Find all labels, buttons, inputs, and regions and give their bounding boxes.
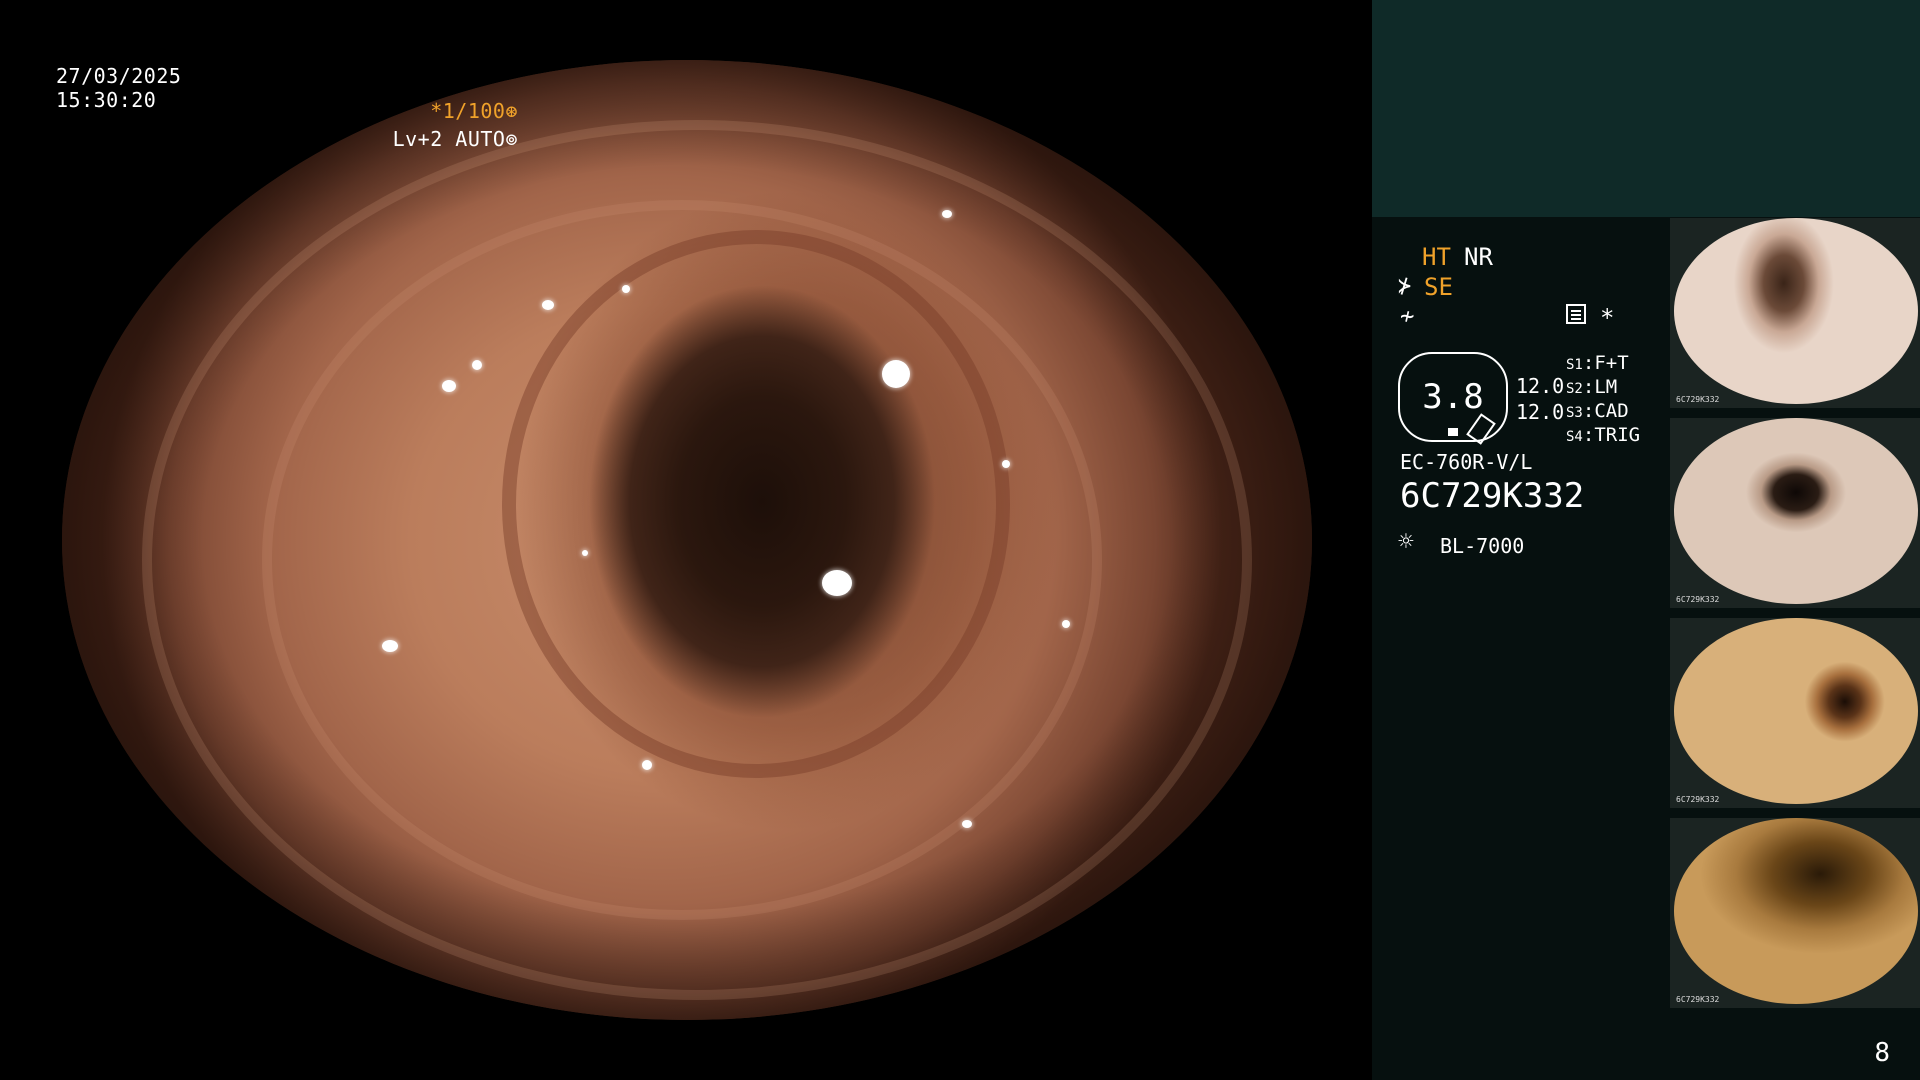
specular-highlight — [962, 820, 972, 828]
thumbnail-caption: 6C729K332 — [1676, 795, 1720, 804]
thumbnail-caption: 6C729K332 — [1676, 595, 1720, 604]
switch-s3: S3:CAD — [1566, 400, 1629, 422]
switch-label: F+T — [1594, 352, 1629, 374]
page-number: 8 — [1874, 1038, 1890, 1068]
magnification-gauge: 3.8 — [1398, 352, 1508, 445]
switch-key: S1 — [1566, 357, 1583, 373]
thumbnail[interactable]: 6C729K332 — [1670, 618, 1920, 808]
endoscope-view: 27/03/2025 15:30:20 *1/100⊛ Lv+2 AUTO⊚ — [0, 0, 1372, 1080]
thumbnail-strip: 6C729K332 6C729K332 6C729K332 6C729K332 — [1670, 218, 1920, 1018]
thumbnail-image — [1674, 418, 1918, 604]
thumbnail-image — [1674, 618, 1918, 804]
setting-value-2: 12.0 — [1516, 400, 1565, 424]
menu-icon — [1566, 304, 1586, 324]
lumen-rim — [502, 230, 1010, 778]
gauge-bar-icon — [1448, 428, 1458, 436]
enhance-icon: ≁ — [1400, 302, 1415, 330]
setting-value-1: 12.0 — [1516, 374, 1565, 398]
thumbnail-image — [1674, 218, 1918, 404]
switch-s1: S1:F+T — [1566, 352, 1629, 374]
light-source: BL-7000 — [1440, 534, 1525, 558]
pen-icon — [1466, 413, 1496, 445]
scope-model: EC-760R-V/L — [1400, 450, 1533, 474]
gauge-value: 3.8 — [1422, 377, 1484, 417]
osd-freeze-indicator: *1/100⊛ — [430, 99, 518, 123]
osd-brightness-level: Lv+2 AUTO⊚ — [392, 127, 518, 151]
specular-highlight — [1062, 620, 1070, 628]
ht-indicator: HT — [1422, 243, 1451, 271]
specular-highlight — [472, 360, 482, 370]
specular-highlight — [622, 285, 630, 293]
scope-serial: 6C729K332 — [1400, 476, 1585, 516]
switch-key: S4 — [1566, 429, 1583, 445]
se-indicator: SE — [1424, 273, 1453, 301]
switch-s2: S2:LM — [1566, 376, 1618, 398]
osd-time: 15:30:20 — [56, 88, 157, 112]
thumbnail[interactable]: 6C729K332 — [1670, 218, 1920, 408]
specular-highlight — [542, 300, 554, 310]
specular-highlight — [1002, 460, 1010, 468]
thumbnail[interactable]: 6C729K332 — [1670, 818, 1920, 1008]
switch-key: S3 — [1566, 405, 1583, 421]
switch-label: LM — [1594, 376, 1618, 398]
specular-highlight — [882, 360, 910, 388]
structure-enhance-icon: ⊁ — [1398, 274, 1412, 299]
nr-indicator: NR — [1464, 243, 1493, 271]
specular-highlight — [582, 550, 588, 556]
thumbnail-image — [1674, 818, 1918, 1004]
specular-highlight — [382, 640, 398, 652]
thumbnail[interactable]: 6C729K332 — [1670, 418, 1920, 608]
thumbnail-caption: 6C729K332 — [1676, 995, 1720, 1004]
specular-highlight — [442, 380, 456, 392]
asterisk-indicator: * — [1600, 304, 1615, 332]
light-source-icon: ☼ — [1398, 527, 1414, 557]
thumbnail-caption: 6C729K332 — [1676, 395, 1720, 404]
switch-label: TRIG — [1594, 424, 1641, 446]
switch-key: S2 — [1566, 381, 1583, 397]
panel-header-area — [1372, 0, 1920, 217]
switch-s4: S4:TRIG — [1566, 424, 1641, 446]
specular-highlight — [642, 760, 652, 770]
osd-date: 27/03/2025 — [56, 64, 182, 88]
endoscopic-image — [62, 60, 1312, 1020]
specular-highlight — [822, 570, 852, 596]
specular-highlight — [942, 210, 952, 218]
switch-label: CAD — [1594, 400, 1629, 422]
